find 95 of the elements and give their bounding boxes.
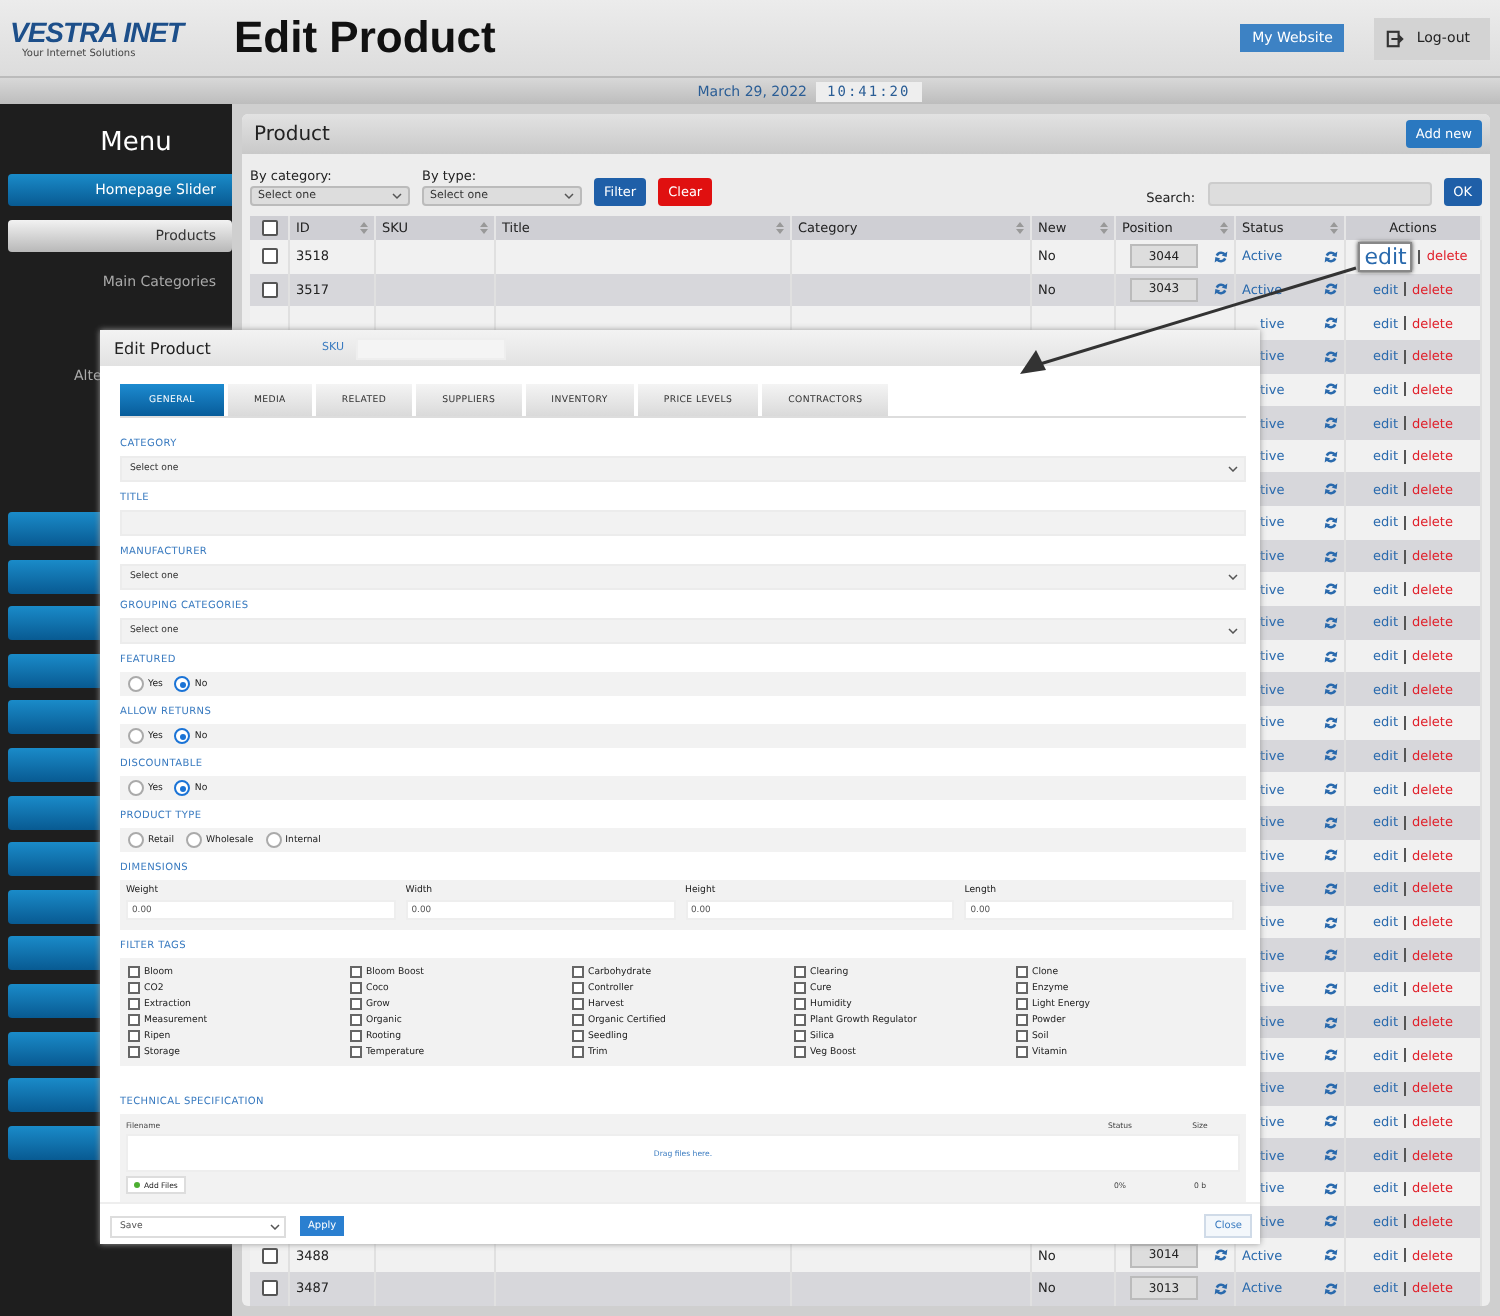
- refresh-icon: [1324, 815, 1338, 830]
- refresh-icon: [1324, 1081, 1338, 1096]
- checkbox[interactable]: [572, 1030, 584, 1042]
- checkbox[interactable]: [572, 966, 584, 978]
- checkbox[interactable]: [128, 1030, 140, 1042]
- radio-button[interactable]: [265, 832, 282, 848]
- logout-icon: [1386, 29, 1405, 47]
- checkbox[interactable]: [350, 1046, 362, 1058]
- checkbox[interactable]: [572, 982, 584, 994]
- page-title: Edit Product: [234, 12, 498, 64]
- refresh-icon: [1324, 1015, 1338, 1030]
- radio-button[interactable]: [128, 728, 144, 744]
- refresh-icon: [1324, 948, 1338, 963]
- checkbox[interactable]: [128, 966, 140, 978]
- refresh-icon: [1324, 649, 1338, 663]
- dialog-title: Edit Product: [114, 339, 213, 357]
- checkbox[interactable]: [350, 998, 362, 1010]
- checkbox[interactable]: [794, 998, 806, 1010]
- checkbox[interactable]: [572, 998, 584, 1010]
- row-checkbox[interactable]: [261, 1280, 277, 1297]
- radio-button[interactable]: [128, 832, 144, 848]
- checkbox[interactable]: [1016, 982, 1028, 994]
- refresh-icon: [1324, 349, 1338, 364]
- checkbox[interactable]: [1016, 1046, 1028, 1058]
- checkbox[interactable]: [794, 982, 806, 994]
- checkbox[interactable]: [572, 1046, 584, 1058]
- radio-button[interactable]: [128, 780, 144, 796]
- checkbox[interactable]: [794, 1014, 806, 1026]
- checkbox[interactable]: [350, 982, 362, 994]
- refresh-icon: [1324, 915, 1338, 930]
- refresh-icon: [1324, 881, 1338, 896]
- caret-icon: [392, 192, 402, 200]
- refresh-icon: [1214, 1248, 1228, 1263]
- refresh-icon: [1324, 515, 1338, 530]
- refresh-icon: [1324, 1114, 1338, 1129]
- row-checkbox[interactable]: [261, 281, 277, 298]
- checkbox[interactable]: [794, 966, 806, 978]
- radio-button[interactable]: [128, 676, 144, 692]
- logo-text: VESTRA INET: [10, 16, 188, 48]
- refresh-icon: [1324, 715, 1338, 730]
- refresh-icon: [1324, 1181, 1338, 1196]
- menu-title: Menu: [98, 128, 174, 158]
- row-checkbox[interactable]: [261, 1247, 277, 1264]
- refresh-icon: [1324, 1148, 1338, 1163]
- checkbox[interactable]: [350, 966, 362, 978]
- refresh-icon: [1324, 615, 1338, 630]
- refresh-icon: [1324, 1048, 1338, 1063]
- caret-icon: [1228, 628, 1238, 634]
- refresh-icon: [1324, 981, 1338, 996]
- refresh-icon: [1324, 249, 1338, 264]
- row-checkbox[interactable]: [261, 248, 277, 265]
- refresh-icon: [1324, 782, 1338, 797]
- checkbox[interactable]: [1016, 998, 1028, 1010]
- refresh-icon: [1324, 449, 1338, 464]
- radio-button[interactable]: [174, 780, 191, 796]
- refresh-icon: [1214, 249, 1228, 264]
- checkbox[interactable]: [1016, 966, 1028, 978]
- refresh-icon: [1324, 848, 1338, 863]
- radio-button[interactable]: [185, 832, 202, 848]
- refresh-icon: [1324, 549, 1338, 564]
- checkbox[interactable]: [128, 1014, 140, 1026]
- refresh-icon: [1324, 1248, 1338, 1263]
- caret-icon: [270, 1223, 280, 1229]
- radio-button[interactable]: [174, 676, 191, 692]
- checkbox[interactable]: [128, 982, 140, 994]
- caret-icon: [1228, 466, 1238, 472]
- caret-icon: [1228, 574, 1238, 580]
- refresh-icon: [1324, 582, 1338, 597]
- checkbox[interactable]: [1016, 1030, 1028, 1042]
- refresh-icon: [1324, 416, 1338, 431]
- checkbox[interactable]: [350, 1030, 362, 1042]
- select-all-checkbox[interactable]: [261, 220, 277, 236]
- refresh-icon: [1214, 282, 1228, 297]
- caret-icon: [564, 192, 574, 200]
- checkbox[interactable]: [794, 1046, 806, 1058]
- checkbox[interactable]: [128, 998, 140, 1010]
- checkbox[interactable]: [350, 1014, 362, 1026]
- refresh-icon: [1324, 748, 1338, 763]
- search-field[interactable]: [1207, 182, 1432, 206]
- checkbox[interactable]: [1016, 1014, 1028, 1026]
- refresh-icon: [1324, 682, 1338, 697]
- refresh-icon: [1324, 382, 1338, 397]
- refresh-icon: [1324, 282, 1338, 297]
- refresh-icon: [1324, 316, 1338, 331]
- radio-button[interactable]: [174, 728, 191, 744]
- panel-title: Product: [254, 123, 330, 145]
- checkbox[interactable]: [794, 1030, 806, 1042]
- edit-callout[interactable]: edit: [1358, 241, 1413, 272]
- dot-icon: [134, 1182, 140, 1188]
- refresh-icon: [1324, 1214, 1338, 1229]
- checkbox[interactable]: [128, 1046, 140, 1058]
- refresh-icon: [1214, 1281, 1228, 1296]
- refresh-icon: [1324, 1281, 1338, 1296]
- refresh-icon: [1324, 482, 1338, 497]
- checkbox[interactable]: [572, 1014, 584, 1026]
